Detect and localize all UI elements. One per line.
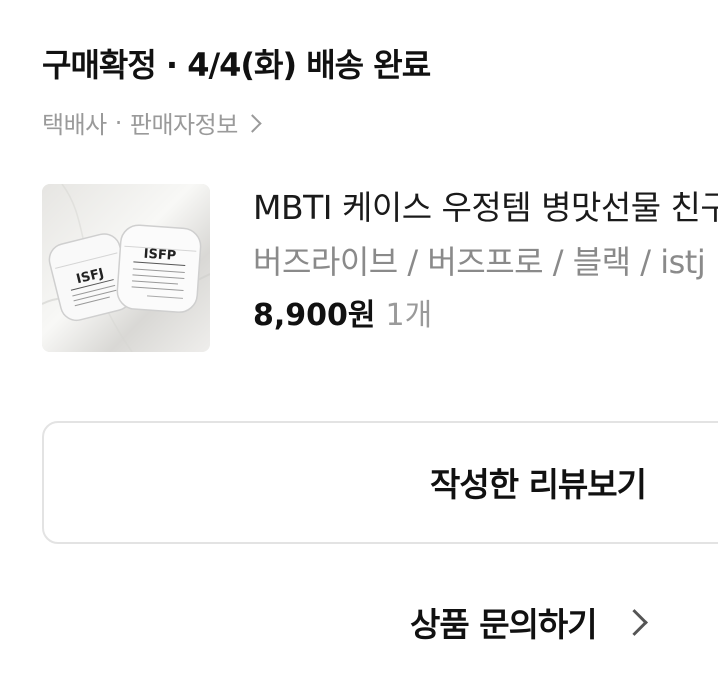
thumbnail-label-right: ISFP (143, 247, 177, 264)
product-inquiry-link[interactable]: 상품 문의하기 (410, 596, 648, 648)
product-option: 버즈라이브 / 버즈프로 / 블랙 / istj (253, 243, 706, 281)
seller-info-link[interactable]: 판매자정보 (130, 105, 238, 140)
courier-link[interactable]: 택배사 (42, 105, 107, 140)
airpods-case-image: ISFJ ISFP (42, 184, 210, 352)
price-row: 8,900원 1개 (253, 294, 718, 338)
chevron-right-icon[interactable] (243, 114, 262, 133)
product-info[interactable]: MBTI 케이스 우정템 병맛선물 친구 버즈라이브 / 버즈프로 / 블랙 /… (253, 186, 718, 338)
delivery-info-row: 택배사 · 판매자정보 (42, 105, 262, 140)
view-review-button-label: 작성한 리뷰보기 (430, 465, 647, 504)
product-inquiry-label: 상품 문의하기 (410, 605, 598, 644)
product-thumbnail[interactable]: ISFJ ISFP (42, 184, 210, 352)
order-status: 구매확정 · 4/4(화) 배송 완료 (42, 46, 431, 84)
product-name[interactable]: MBTI 케이스 우정템 병맛선물 친구 (253, 186, 718, 230)
view-review-button[interactable]: 작성한 리뷰보기 (42, 421, 718, 544)
chevron-right-icon (620, 608, 648, 636)
product-quantity: 1개 (385, 298, 433, 333)
separator: · (114, 108, 123, 137)
product-price: 8,900원 (253, 298, 376, 333)
